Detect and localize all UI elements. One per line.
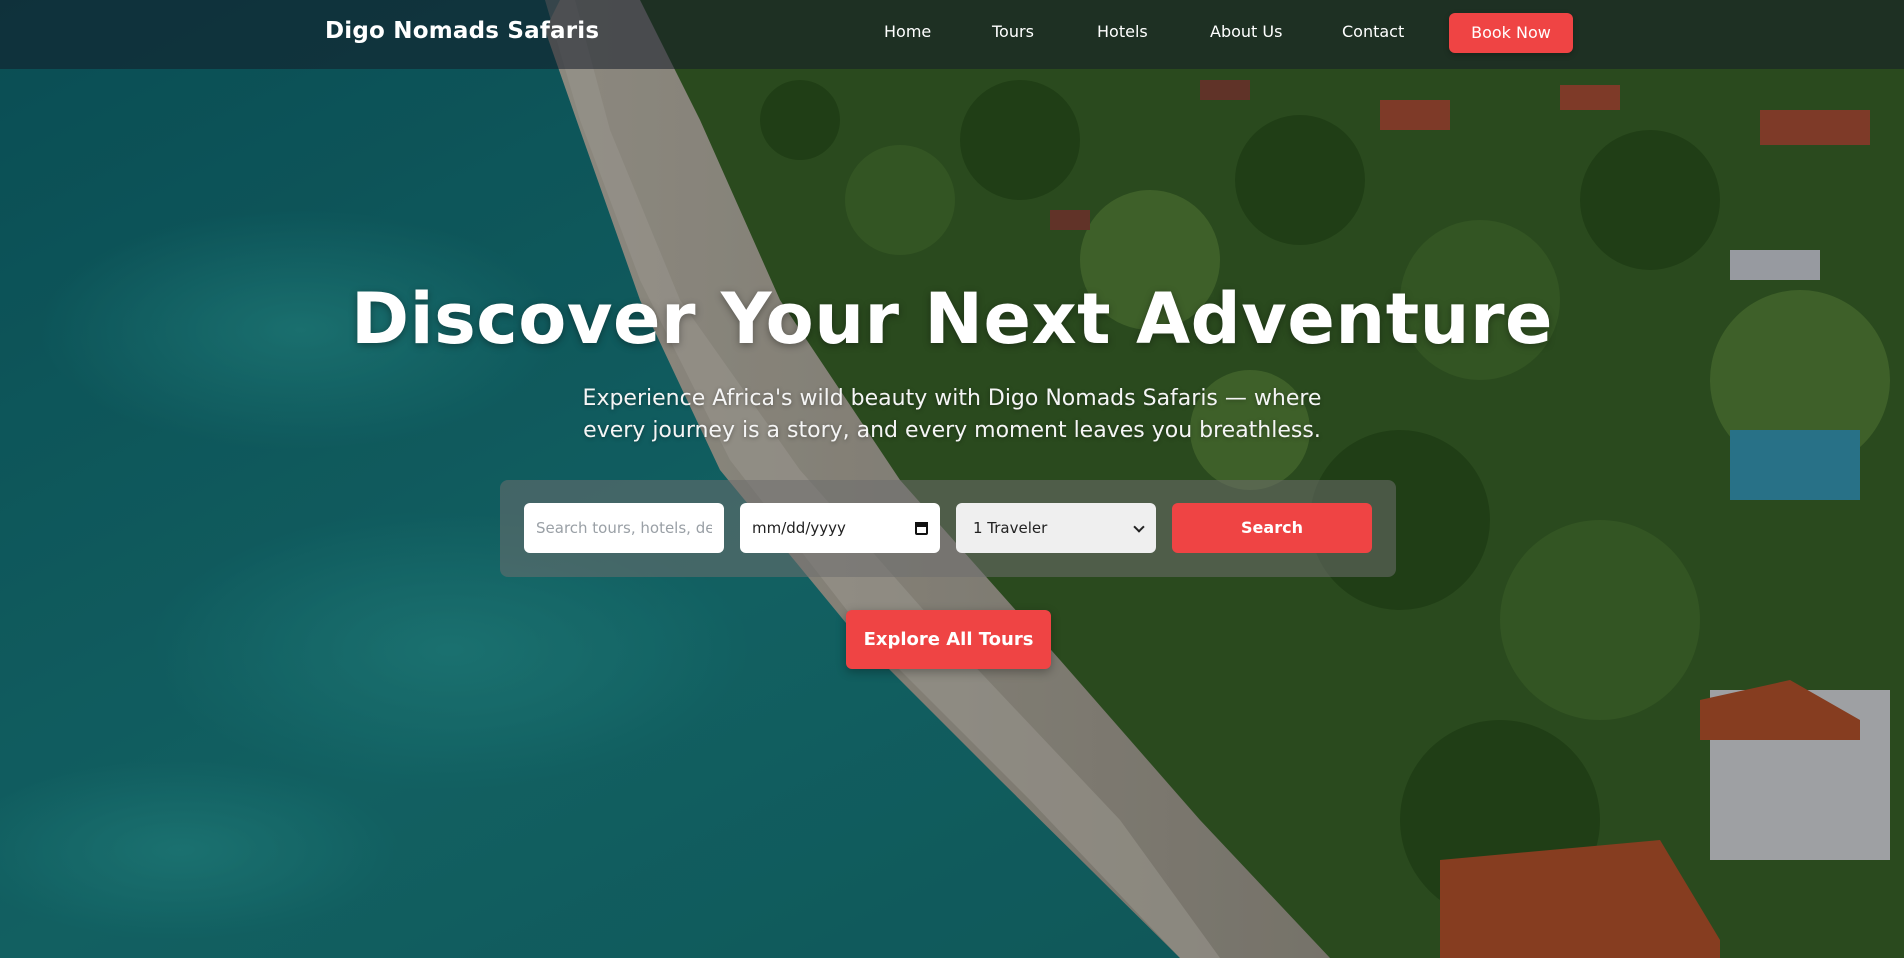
- hero-overlay: [0, 0, 1904, 958]
- hero-section: Digo Nomads Safaris Home Tours Hotels Ab…: [0, 0, 1904, 958]
- nav-link-contact[interactable]: Contact: [1342, 22, 1404, 41]
- date-field[interactable]: mm/dd/yyyy: [740, 503, 940, 553]
- calendar-icon[interactable]: [915, 521, 928, 535]
- hero-subtitle: Experience Africa's wild beauty with Dig…: [552, 383, 1352, 447]
- book-now-button[interactable]: Book Now: [1449, 13, 1573, 53]
- explore-all-tours-button[interactable]: Explore All Tours: [846, 610, 1051, 669]
- chevron-down-icon: [1134, 523, 1144, 533]
- search-panel: mm/dd/yyyy 1 Traveler Search: [500, 480, 1396, 577]
- travelers-select[interactable]: 1 Traveler: [956, 503, 1156, 553]
- brand-logo[interactable]: Digo Nomads Safaris: [325, 18, 599, 44]
- top-navbar: Digo Nomads Safaris Home Tours Hotels Ab…: [0, 0, 1904, 69]
- nav-link-tours[interactable]: Tours: [992, 22, 1034, 41]
- date-value: mm/dd/yyyy: [752, 519, 846, 537]
- search-input[interactable]: [524, 503, 724, 553]
- travelers-value: 1 Traveler: [973, 519, 1048, 537]
- hero-subtitle-line-1: Experience Africa's wild beauty with Dig…: [582, 386, 1322, 411]
- nav-link-home[interactable]: Home: [884, 22, 931, 41]
- nav-link-hotels[interactable]: Hotels: [1097, 22, 1148, 41]
- hero-subtitle-line-2: every journey is a story, and every mome…: [583, 418, 1321, 443]
- search-button[interactable]: Search: [1172, 503, 1372, 553]
- hero-title: Discover Your Next Adventure: [351, 278, 1553, 360]
- nav-link-about[interactable]: About Us: [1210, 22, 1282, 41]
